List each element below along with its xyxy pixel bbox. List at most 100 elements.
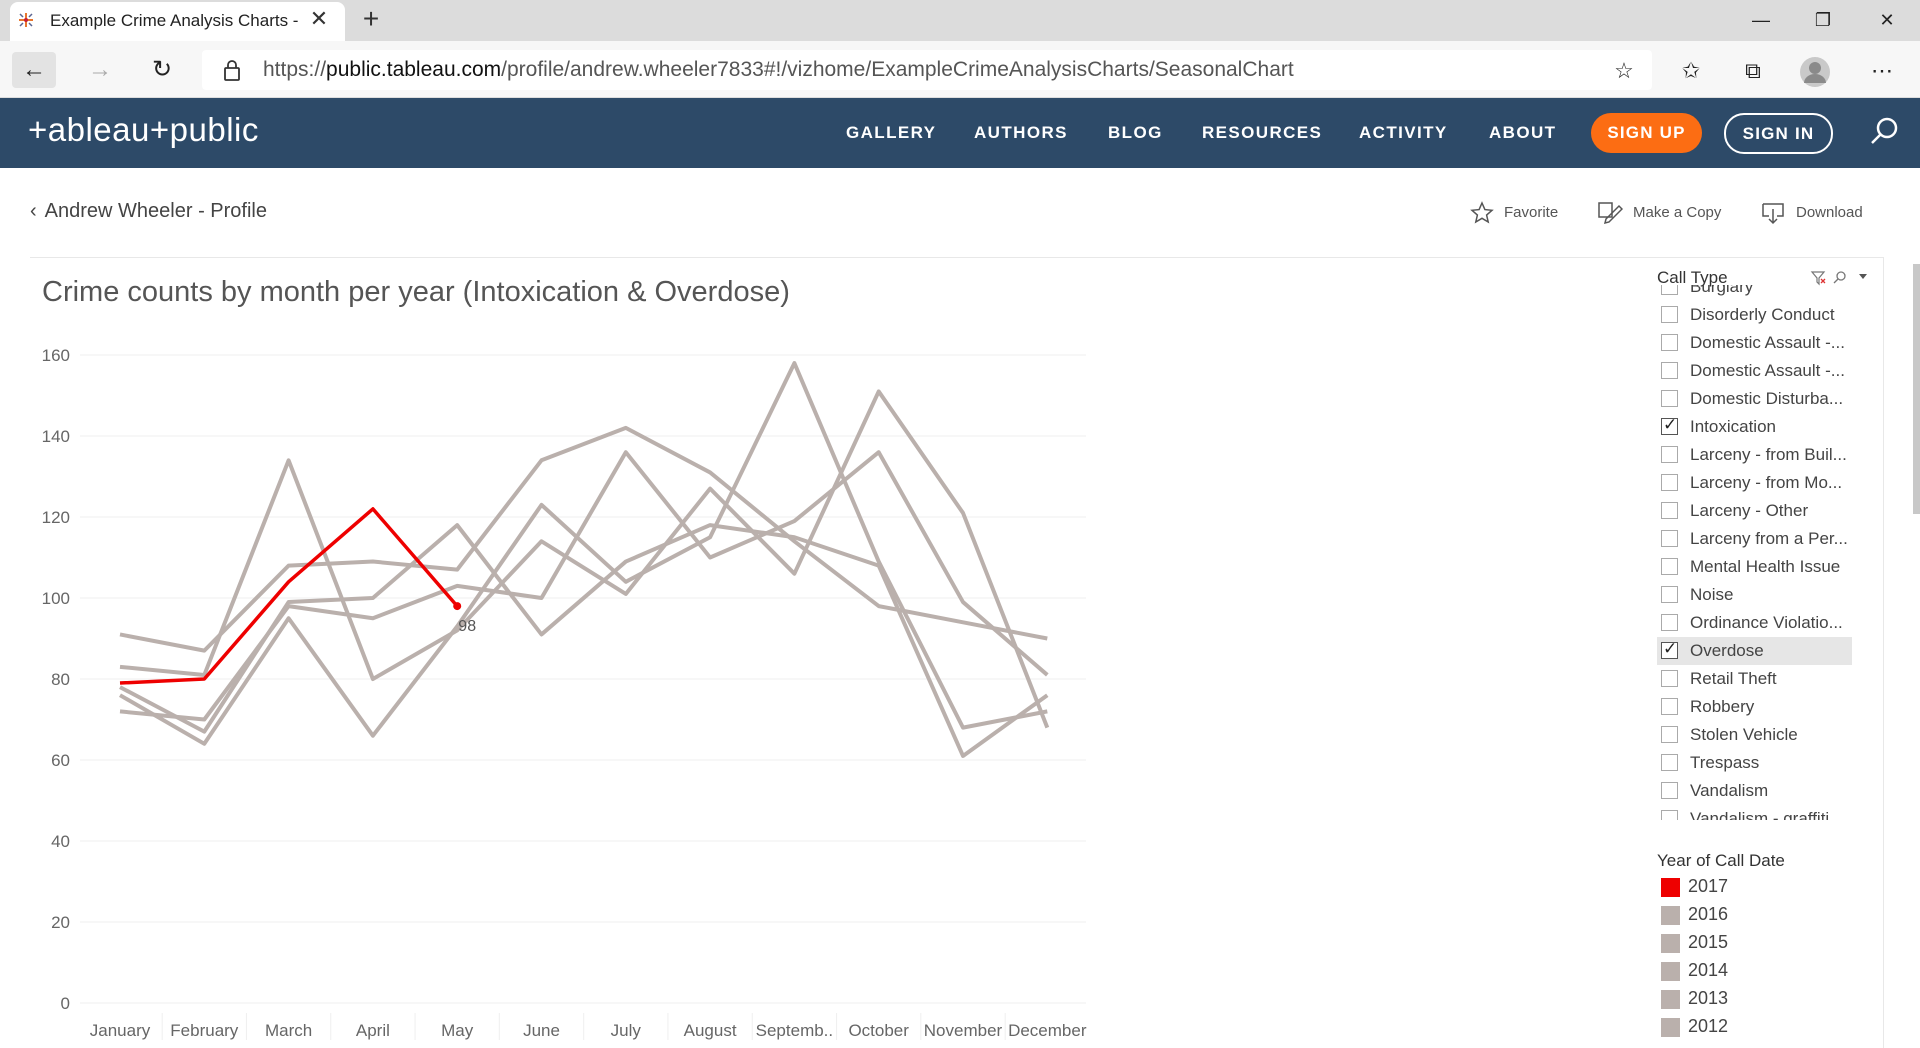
legend-item-2017[interactable]: 2017: [1661, 874, 1801, 900]
download-icon: [1762, 203, 1784, 225]
url-text[interactable]: https://public.tableau.com/profile/andre…: [263, 58, 1294, 82]
filter-checkbox[interactable]: [1661, 306, 1678, 323]
filter-item-label: Retail Theft: [1690, 669, 1777, 688]
filter-item[interactable]: Larceny from a Per...: [1657, 525, 1852, 553]
collections-icon[interactable]: ⧉: [1736, 54, 1770, 88]
scrollbar-thumb[interactable]: [1913, 264, 1920, 514]
tableau-public-logo[interactable]: +ableau+public: [28, 111, 259, 149]
filter-item[interactable]: Vandalism - graffiti: [1657, 805, 1852, 820]
favorite-label: Favorite: [1504, 203, 1559, 221]
close-window-icon[interactable]: ✕: [1856, 0, 1918, 41]
filter-checkbox[interactable]: [1661, 698, 1678, 715]
filter-item[interactable]: Overdose: [1657, 637, 1852, 665]
data-label: 98: [458, 618, 476, 635]
filter-checkbox[interactable]: [1661, 334, 1678, 351]
filter-item[interactable]: Stolen Vehicle: [1657, 721, 1852, 749]
filter-checkbox[interactable]: [1661, 670, 1678, 687]
profile-avatar-icon[interactable]: [1799, 56, 1831, 88]
filter-item[interactable]: Larceny - Other: [1657, 497, 1852, 525]
nav-authors[interactable]: AUTHORS: [974, 123, 1068, 143]
nav-blog[interactable]: BLOG: [1108, 123, 1163, 143]
y-tick-label: 20: [51, 913, 70, 932]
filter-item-label: Disorderly Conduct: [1690, 305, 1835, 324]
filter-item[interactable]: Larceny - from Mo...: [1657, 469, 1852, 497]
filter-item-label: Larceny - from Mo...: [1690, 473, 1843, 492]
filter-item[interactable]: Disorderly Conduct: [1657, 301, 1852, 329]
more-menu-icon[interactable]: ⋯: [1865, 54, 1899, 88]
bookmark-star-icon[interactable]: ☆: [1607, 54, 1641, 88]
back-arrow-icon[interactable]: ←: [12, 52, 56, 88]
refresh-icon[interactable]: ↻: [140, 52, 184, 88]
sign-up-button[interactable]: SIGN UP: [1591, 113, 1702, 153]
filter-item[interactable]: Noise: [1657, 581, 1852, 609]
nav-resources[interactable]: RESOURCES: [1202, 123, 1322, 143]
legend-item-2013[interactable]: 2013: [1661, 986, 1801, 1012]
y-tick-label: 100: [42, 589, 70, 608]
filter-item-label: Domestic Disturba...: [1690, 389, 1844, 408]
back-to-profile-link[interactable]: ‹ Andrew Wheeler - Profile: [30, 200, 267, 223]
filter-checkbox[interactable]: [1661, 639, 1678, 659]
legend-label: 2015: [1688, 932, 1729, 952]
nav-about[interactable]: ABOUT: [1489, 123, 1556, 143]
filter-checkbox[interactable]: [1661, 502, 1678, 519]
filter-item[interactable]: Domestic Assault -...: [1657, 357, 1852, 385]
filter-checkbox[interactable]: [1661, 726, 1678, 743]
minimize-icon[interactable]: —: [1730, 0, 1792, 41]
filter-checkbox[interactable]: [1661, 415, 1678, 435]
filter-checkbox[interactable]: [1661, 446, 1678, 463]
legend-item-2015[interactable]: 2015: [1661, 930, 1801, 956]
make-copy-button[interactable]: Make a Copy: [1597, 201, 1721, 225]
nav-activity[interactable]: ACTIVITY: [1359, 123, 1448, 143]
filter-item[interactable]: Mental Health Issue: [1657, 553, 1852, 581]
filter-item[interactable]: Retail Theft: [1657, 665, 1852, 693]
filter-item[interactable]: Domestic Assault -...: [1657, 329, 1852, 357]
filter-checkbox[interactable]: [1661, 474, 1678, 491]
filter-item[interactable]: Burglary: [1657, 285, 1852, 301]
filter-checkbox[interactable]: [1661, 614, 1678, 631]
filter-item-label: Vandalism - graffiti: [1690, 809, 1830, 820]
filter-checkbox[interactable]: [1661, 530, 1678, 547]
filter-item-label: Mental Health Issue: [1690, 557, 1841, 576]
filter-checkbox[interactable]: [1661, 362, 1678, 379]
legend-item-2012[interactable]: 2012: [1661, 1014, 1801, 1040]
legend-item-2014[interactable]: 2014: [1661, 958, 1801, 984]
maximize-icon[interactable]: ❐: [1792, 0, 1854, 41]
filter-item[interactable]: Trespass: [1657, 749, 1852, 777]
legend-item-2016[interactable]: 2016: [1661, 902, 1801, 928]
filter-checkbox[interactable]: [1661, 586, 1678, 603]
filter-checkbox[interactable]: [1661, 390, 1678, 407]
x-tick-label: February: [170, 1021, 239, 1040]
filter-item[interactable]: Robbery: [1657, 693, 1852, 721]
filter-item-label: Larceny from a Per...: [1690, 529, 1848, 548]
filter-item[interactable]: Larceny - from Buil...: [1657, 441, 1852, 469]
filter-checkbox[interactable]: [1661, 782, 1678, 799]
nav-gallery[interactable]: GALLERY: [846, 123, 936, 143]
dropdown-arrow-icon[interactable]: [1859, 274, 1867, 279]
y-tick-label: 0: [61, 994, 70, 1013]
new-tab-icon[interactable]: +: [355, 4, 387, 36]
call-type-filter-list[interactable]: Burglary Disorderly Conduct Domestic Assau…: [1657, 285, 1857, 820]
close-tab-icon[interactable]: ✕: [305, 5, 333, 33]
favorites-icon[interactable]: ✩: [1674, 54, 1708, 88]
filter-checkbox[interactable]: [1661, 558, 1678, 575]
filter-item[interactable]: Intoxication: [1657, 413, 1852, 441]
search-icon[interactable]: [1868, 114, 1902, 148]
filter-item-label: Overdose: [1690, 641, 1764, 660]
url-scheme: https://: [263, 58, 327, 81]
legend-swatch: [1661, 990, 1680, 1009]
filter-item[interactable]: Vandalism: [1657, 777, 1852, 805]
download-button[interactable]: Download: [1760, 201, 1863, 225]
filter-checkbox[interactable]: [1661, 285, 1678, 295]
clear-filter-icon[interactable]: [1810, 271, 1826, 286]
forward-arrow-icon[interactable]: →: [78, 52, 122, 88]
search-filter-icon[interactable]: [1833, 271, 1846, 284]
seasonal-line-chart[interactable]: 0 20 40 60 80 100 120 140 160 January February Marc…: [30, 330, 1090, 1040]
y-tick-label: 60: [51, 751, 70, 770]
filter-item[interactable]: Domestic Disturba...: [1657, 385, 1852, 413]
favorite-button[interactable]: Favorite: [1470, 201, 1558, 225]
sign-in-button[interactable]: SIGN IN: [1724, 113, 1833, 154]
y-tick-label: 40: [51, 832, 70, 851]
filter-checkbox[interactable]: [1661, 810, 1678, 820]
filter-item[interactable]: Ordinance Violatio...: [1657, 609, 1852, 637]
filter-checkbox[interactable]: [1661, 754, 1678, 771]
